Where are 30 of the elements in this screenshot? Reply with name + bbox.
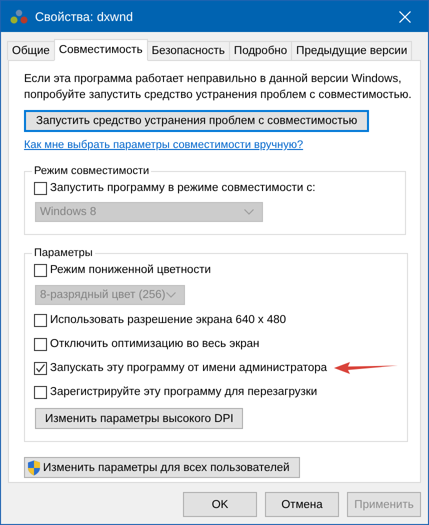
dialog-button[interactable]: OK xyxy=(183,492,257,517)
checkbox[interactable] xyxy=(34,182,47,194)
tab[interactable]: Предыдущие версии xyxy=(291,41,412,60)
checkbox[interactable] xyxy=(34,338,47,350)
checkbox[interactable] xyxy=(34,386,47,398)
checkbox-label: Использовать разрешение экрана 640 x 480 xyxy=(50,314,286,326)
close-icon xyxy=(399,10,411,22)
app-icon xyxy=(10,8,28,24)
chevron-icon xyxy=(166,292,176,298)
checkbox-label: Отключить оптимизацию во весь экран xyxy=(50,338,260,350)
window-title: Свойства: dxwnd xyxy=(35,10,134,24)
troubleshoot-button[interactable]: Запустить средство устранения проблем с совместимостью xyxy=(24,110,370,132)
checkbox[interactable] xyxy=(34,314,47,326)
chevron-icon xyxy=(244,209,254,215)
dialog-button[interactable]: Отмена xyxy=(265,492,339,517)
shield-icon xyxy=(27,460,41,476)
checkbox[interactable] xyxy=(34,264,47,276)
checkbox-label: Зарегистрируйте эту программу для перезагрузки xyxy=(50,386,318,398)
help-link[interactable]: Как мне выбрать параметры совместимости вручную? xyxy=(24,139,304,151)
intro-text: Если эта программа работает неправильно в данной версии Windows, попробуйте запустить средство устранения проблем с совместимостью. xyxy=(24,72,413,103)
tab[interactable]: Совместимость xyxy=(54,39,148,61)
checkbox-label: Запускать эту программу от имени администратора xyxy=(50,362,328,374)
dpi-settings-button[interactable]: Изменить параметры высокого DPI xyxy=(35,408,244,429)
checkbox-label: Режим пониженной цветности xyxy=(50,264,211,276)
tab[interactable]: Общие xyxy=(7,41,55,60)
checkbox-label: Запустить программу в режиме совместимости с: xyxy=(50,182,316,194)
group-title: Режим совместимости xyxy=(33,165,150,177)
checkbox[interactable] xyxy=(34,362,47,374)
group-title: Параметры xyxy=(33,247,94,259)
all-users-button[interactable]: Изменить параметры для всех пользователей xyxy=(24,457,300,478)
